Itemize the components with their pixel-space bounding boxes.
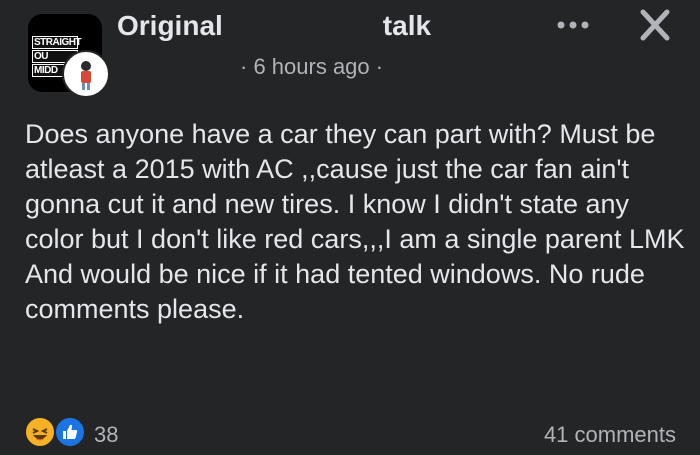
- meta-separator: ·: [375, 54, 384, 79]
- like-reaction-icon: [54, 416, 86, 448]
- more-dots-icon: [557, 21, 589, 29]
- user-figure-icon: [81, 61, 91, 90]
- close-button[interactable]: [630, 2, 680, 48]
- group-logo-line: STRAIGHT: [32, 36, 82, 49]
- user-avatar[interactable]: [62, 50, 110, 98]
- reaction-summary[interactable]: [24, 416, 94, 448]
- group-name-start: Original: [117, 10, 223, 41]
- close-icon: [640, 9, 670, 41]
- more-options-button[interactable]: [550, 10, 596, 40]
- comment-count-link[interactable]: 41 comments: [544, 422, 676, 448]
- group-name-end: talk: [382, 10, 432, 41]
- haha-reaction-icon: [24, 416, 56, 448]
- post-footer: 38 41 comments: [0, 410, 700, 455]
- group-name[interactable]: Original talk: [117, 10, 431, 42]
- post-body-text: Does anyone have a car they can part wit…: [25, 119, 685, 324]
- post-timestamp[interactable]: 6 hours ago: [253, 54, 369, 79]
- meta-separator: ·: [240, 54, 248, 79]
- post-meta: · 6 hours ago ·: [240, 54, 383, 80]
- post-header: STRAIGHT OU MIDD Original talk · 6 hours …: [0, 0, 700, 100]
- reaction-count[interactable]: 38: [94, 422, 118, 448]
